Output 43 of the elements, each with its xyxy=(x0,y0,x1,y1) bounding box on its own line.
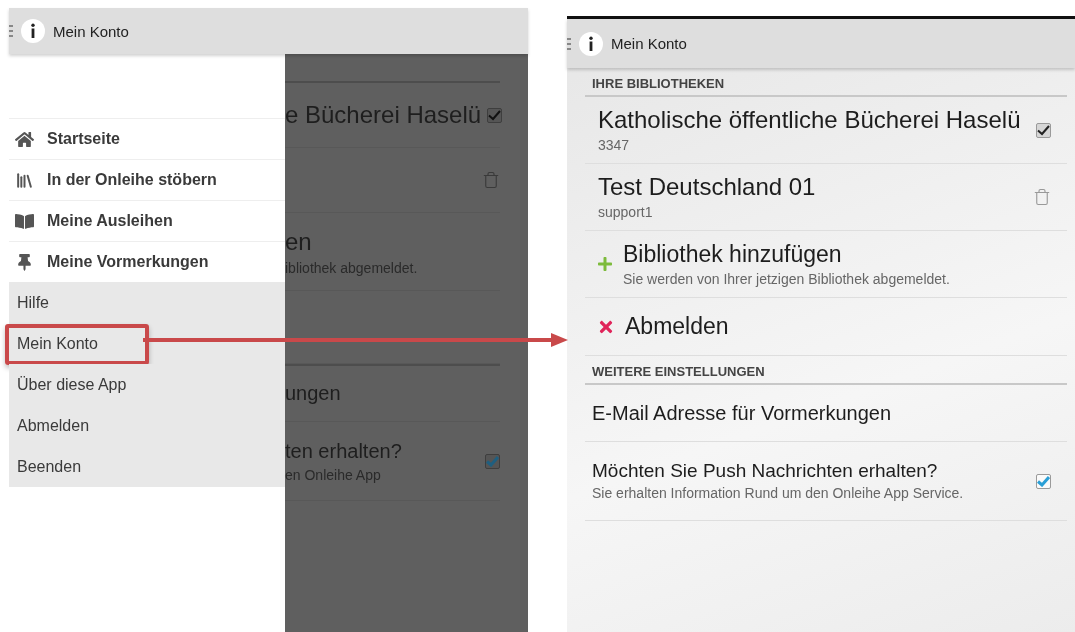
settings-row[interactable]: Bibliothek hinzufügen Sie werden von Ihrer jetzigen Bibliothek abgemeldet. xyxy=(585,231,1067,298)
item-subtitle: Sie erhalten Information Rund um den Onleihe App Service. xyxy=(592,485,965,502)
checkbox[interactable] xyxy=(1036,122,1051,138)
drawer-indicator-icon[interactable] xyxy=(9,25,13,37)
item-title: ten erhalten? xyxy=(285,439,402,463)
info-icon xyxy=(21,19,45,43)
section-heading: WEITERE EINSTELLUNGEN xyxy=(585,364,1067,385)
settings-row[interactable]: Test Deutschland 01 support1 xyxy=(585,164,1067,231)
item-subtitle: Sie werden von Ihrer jetzigen Bibliothek abgemeldet. xyxy=(623,270,951,288)
screen-title: Mein Konto xyxy=(53,22,129,40)
info-icon xyxy=(579,31,603,56)
menu-item[interactable]: Hilfe xyxy=(9,282,285,323)
item-title: Abmelden xyxy=(625,313,730,340)
drawer-indicator-icon[interactable] xyxy=(567,37,571,50)
pin-icon xyxy=(15,253,33,271)
item-title: Möchten Sie Push Nachrichten erhalten? xyxy=(592,460,939,483)
books-icon xyxy=(14,170,34,190)
item-title: E-Mail Adresse für Vormerkungen xyxy=(592,401,893,425)
menu-item[interactable]: Abmelden xyxy=(9,405,285,446)
item-title: Katholische öffentliche Bücherei Haselü xyxy=(598,106,1022,135)
section-heading: IHRE BIBLIOTHEKEN xyxy=(585,76,1067,97)
trash-icon[interactable] xyxy=(1033,188,1051,206)
menu-item[interactable]: Über diese App xyxy=(9,364,285,405)
settings-row[interactable]: Möchten Sie Push Nachrichten erhalten? Sie erhalten Information Rund um den Onleihe App Service. xyxy=(585,442,1067,521)
item-title: e Bücherei Haselü xyxy=(285,101,482,129)
item-title: ungen xyxy=(285,382,341,405)
checkbox[interactable] xyxy=(485,453,500,469)
item-title: en xyxy=(285,227,313,256)
item-title: Bibliothek hinzufügen xyxy=(623,240,843,268)
checkbox[interactable] xyxy=(1036,473,1051,489)
item-subtitle: support1 xyxy=(598,204,654,221)
settings-row[interactable]: Katholische öffentliche Bücherei Haselü 3347 xyxy=(585,97,1067,164)
item-title: Test Deutschland 01 xyxy=(598,173,817,202)
screen-title: Mein Konto xyxy=(611,35,687,52)
item-subtitle: 3347 xyxy=(598,137,631,154)
checkbox[interactable] xyxy=(487,107,503,123)
settings-row[interactable]: Abmelden xyxy=(585,298,1067,356)
trash-icon[interactable] xyxy=(482,171,500,189)
open-book-icon xyxy=(14,211,34,231)
settings-row[interactable]: E-Mail Adresse für Vormerkungen xyxy=(585,385,1067,442)
menu-item[interactable]: Beenden xyxy=(9,446,285,487)
home-icon xyxy=(14,129,34,149)
plus-icon xyxy=(597,256,613,272)
